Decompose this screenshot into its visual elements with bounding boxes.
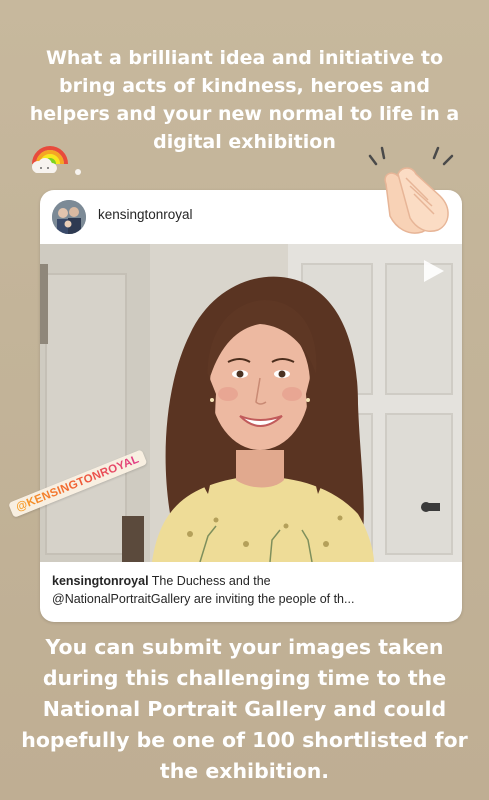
embedded-post-card[interactable]: kensingtonroyal kensingtonroyal The Duch… <box>40 190 462 622</box>
post-caption[interactable]: kensingtonroyal The Duchess and the @Nat… <box>52 572 454 608</box>
story-bottom-text: You can submit your images taken during … <box>21 635 468 783</box>
clapping-hands-icon <box>368 146 454 234</box>
story-frame: What a brilliant idea and initiative to … <box>0 0 489 800</box>
clapping-hands-sticker <box>362 144 462 236</box>
caption-username[interactable]: kensingtonroyal <box>52 574 149 588</box>
rainbow-cloud-sticker <box>28 134 88 178</box>
caption-line-2: @NationalPortraitGallery are inviting th… <box>52 592 355 606</box>
caption-line-1: The Duchess and the <box>148 574 271 588</box>
play-icon[interactable] <box>420 258 446 284</box>
post-photo[interactable] <box>40 244 462 562</box>
story-top-text: What a brilliant idea and initiative to … <box>29 47 460 153</box>
post-username[interactable]: kensingtonroyal <box>98 207 193 222</box>
avatar[interactable] <box>52 200 86 234</box>
